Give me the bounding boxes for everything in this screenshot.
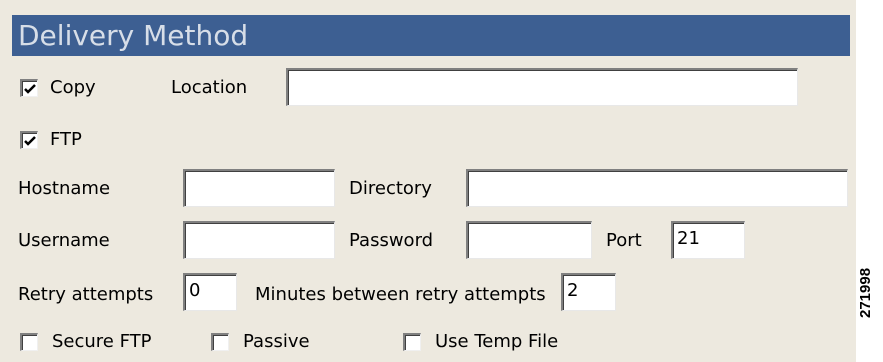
directory-field[interactable]: [466, 169, 848, 207]
delivery-method-panel: Delivery Method Copy Location FTP Hostna…: [0, 0, 856, 362]
username-label: Username: [18, 230, 110, 251]
password-label: Password: [349, 230, 434, 251]
minutes-between-retries-field[interactable]: 2: [561, 273, 616, 311]
checkmark-icon: [24, 136, 36, 146]
minutes-between-retries-label: Minutes between retry attempts: [255, 284, 546, 305]
hostname-field[interactable]: [183, 169, 335, 207]
password-field[interactable]: [466, 221, 592, 259]
retry-attempts-field[interactable]: 0: [183, 273, 237, 311]
username-field[interactable]: [183, 221, 335, 259]
copy-checkbox[interactable]: [20, 79, 38, 97]
port-label: Port: [606, 230, 642, 251]
ftp-checkbox[interactable]: [20, 131, 38, 149]
use-temp-file-checkbox[interactable]: [403, 333, 421, 351]
port-field[interactable]: 21: [671, 221, 745, 259]
ftp-label: FTP: [50, 129, 82, 150]
copy-label: Copy: [50, 77, 96, 98]
checkmark-icon: [24, 84, 36, 94]
location-field[interactable]: [286, 68, 798, 106]
passive-checkbox[interactable]: [211, 333, 229, 351]
location-label: Location: [171, 77, 248, 98]
figure-id: 271998: [857, 267, 874, 318]
use-temp-file-label: Use Temp File: [435, 331, 559, 352]
passive-label: Passive: [243, 331, 310, 352]
hostname-label: Hostname: [18, 178, 111, 199]
secure-ftp-label: Secure FTP: [52, 331, 152, 352]
section-header: Delivery Method: [12, 15, 850, 56]
retry-attempts-label: Retry attempts: [18, 284, 154, 305]
directory-label: Directory: [349, 178, 432, 199]
secure-ftp-checkbox[interactable]: [20, 333, 38, 351]
